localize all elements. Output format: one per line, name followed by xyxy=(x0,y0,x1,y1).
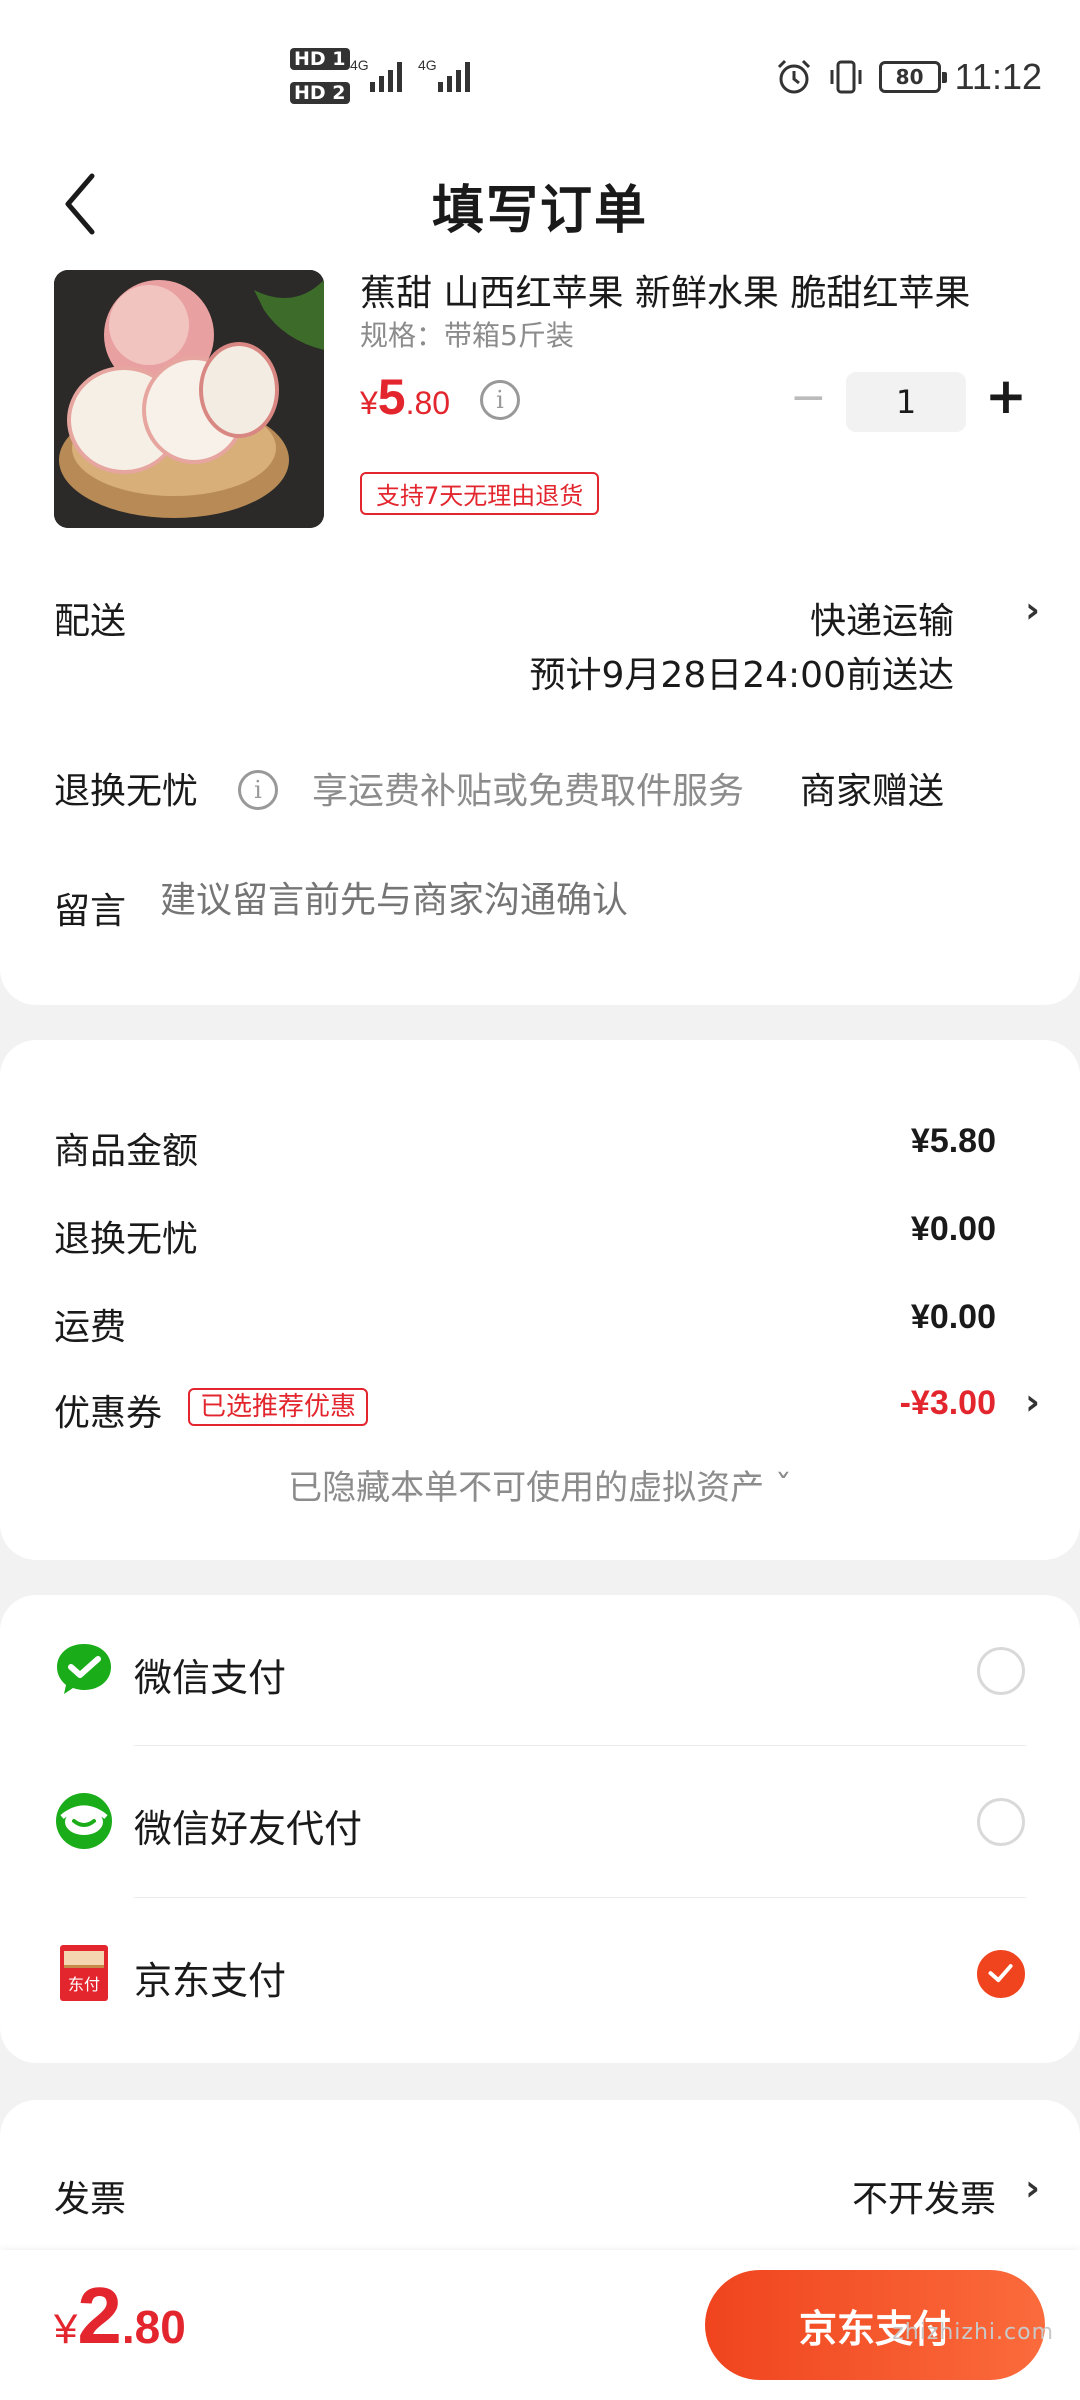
delivery-label: 配送 xyxy=(54,601,127,642)
invoice-label: 发票 xyxy=(54,2179,127,2220)
shipping-value: ¥0.00 xyxy=(910,1298,996,1336)
signal-icon-2: 4G xyxy=(418,57,470,92)
return-policy-badge: 支持7天无理由退货 xyxy=(360,472,600,515)
vibrate-icon xyxy=(830,60,862,94)
wechat-friend-pay-radio[interactable] xyxy=(977,1798,1025,1846)
wechat-friend-pay-label: 微信好友代付 xyxy=(134,1807,363,1851)
jd-pay-icon: 东付 xyxy=(60,1945,108,2001)
hd-indicator: HD 1 HD 2 xyxy=(290,48,350,116)
return-service-value: 商家赠送 xyxy=(800,771,945,812)
order-card: 蕉甜 山西红苹果 新鲜水果 脆甜红苹果 规格：带箱5斤装 ¥5.80 i − 1… xyxy=(0,260,1080,1005)
payment-method-card: 微信支付 微信好友代付 东付 京东支付 xyxy=(0,1595,1080,2063)
delivery-chevron-icon[interactable]: › xyxy=(1025,590,1040,631)
hd1-label: HD 1 xyxy=(290,48,350,70)
total-integer: 2 xyxy=(77,2271,122,2360)
coupon-label[interactable]: 优惠券 xyxy=(54,1384,162,1436)
alarm-icon xyxy=(777,59,810,94)
quantity-decrease-button[interactable]: − xyxy=(790,372,827,424)
wechat-pay-label: 微信支付 xyxy=(134,1656,287,1700)
status-bar: HD 1 HD 2 4G 4G 80 11:12 xyxy=(0,0,1080,150)
price-integer: 5 xyxy=(377,369,406,425)
invoice-value[interactable]: 不开发票 xyxy=(852,2170,996,2222)
return-service-info-icon[interactable]: i xyxy=(238,770,278,810)
message-label: 留言 xyxy=(54,891,127,932)
jd-pay-icon-text: 东付 xyxy=(68,1975,100,1994)
signal-icon: 4G xyxy=(350,57,402,92)
return-fee-value: ¥0.00 xyxy=(910,1210,996,1248)
product-price: ¥5.80 xyxy=(360,368,450,426)
hd2-label: HD 2 xyxy=(290,82,350,104)
shipping-label: 运费 xyxy=(54,1307,127,1348)
total-decimal: .80 xyxy=(121,2301,186,2353)
product-spec[interactable]: 规格：带箱5斤装 xyxy=(360,314,574,354)
watermark: zhizhizhi.com xyxy=(892,2320,1054,2345)
clock: 11:12 xyxy=(954,56,1042,97)
delivery-estimate: 预计9月28日24:00前送达 xyxy=(529,655,954,696)
product-image[interactable] xyxy=(54,270,324,528)
product-title[interactable]: 蕉甜 山西红苹果 新鲜水果 脆甜红苹果 xyxy=(360,264,1020,316)
payment-option-jd[interactable]: 东付 京东支付 xyxy=(0,1898,1080,2048)
payment-option-wechat[interactable]: 微信支付 xyxy=(0,1595,1080,1745)
invoice-chevron-icon[interactable]: › xyxy=(1025,2168,1040,2209)
total-symbol: ¥ xyxy=(54,2305,78,2352)
jd-pay-radio-checked-icon[interactable] xyxy=(977,1950,1025,1998)
coupon-value[interactable]: -¥3.00 xyxy=(900,1384,996,1423)
payment-option-wechat-friend[interactable]: 微信好友代付 xyxy=(0,1746,1080,1896)
price-info-icon[interactable]: i xyxy=(480,380,520,420)
goods-amount-value: ¥5.80 xyxy=(910,1122,996,1160)
coupon-badge[interactable]: 已选推荐优惠 xyxy=(188,1388,369,1426)
wechat-pay-radio[interactable] xyxy=(977,1647,1025,1695)
status-right: 80 11:12 xyxy=(775,56,1042,98)
apple-image xyxy=(54,270,324,528)
wechat-pay-icon xyxy=(57,1644,111,1694)
delivery-method[interactable]: 快递运输 xyxy=(810,592,954,644)
net2-label: 4G xyxy=(418,57,437,73)
message-input[interactable] xyxy=(160,880,1020,921)
battery-icon: 80 xyxy=(878,61,947,93)
return-service-label: 退换无忧 xyxy=(54,771,199,812)
coupon-chevron-icon[interactable]: › xyxy=(1025,1382,1040,1423)
quantity-increase-button[interactable]: + xyxy=(985,366,1027,426)
net1-label: 4G xyxy=(350,57,369,73)
quantity-input[interactable]: 1 xyxy=(846,372,966,432)
page-title: 填写订单 xyxy=(431,181,648,241)
total-price: ¥2.80 xyxy=(54,2270,186,2362)
header: 填写订单 xyxy=(0,150,1080,260)
goods-amount-label: 商品金额 xyxy=(54,1131,199,1172)
jd-pay-label: 京东支付 xyxy=(134,1959,287,2003)
wechat-friend-pay-icon xyxy=(56,1793,112,1849)
price-symbol: ¥ xyxy=(360,385,378,421)
return-service-desc: 享运费补贴或免费取件服务 xyxy=(312,771,745,812)
price-decimal: .80 xyxy=(405,385,451,421)
price-summary-card: 商品金额 ¥5.80 退换无忧 ¥0.00 运费 ¥0.00 优惠券 已选推荐优… xyxy=(0,1040,1080,1560)
return-fee-label: 退换无忧 xyxy=(54,1219,199,1260)
hidden-assets-toggle[interactable]: 已隐藏本单不可使用的虚拟资产 ˇ xyxy=(0,1460,1080,1509)
